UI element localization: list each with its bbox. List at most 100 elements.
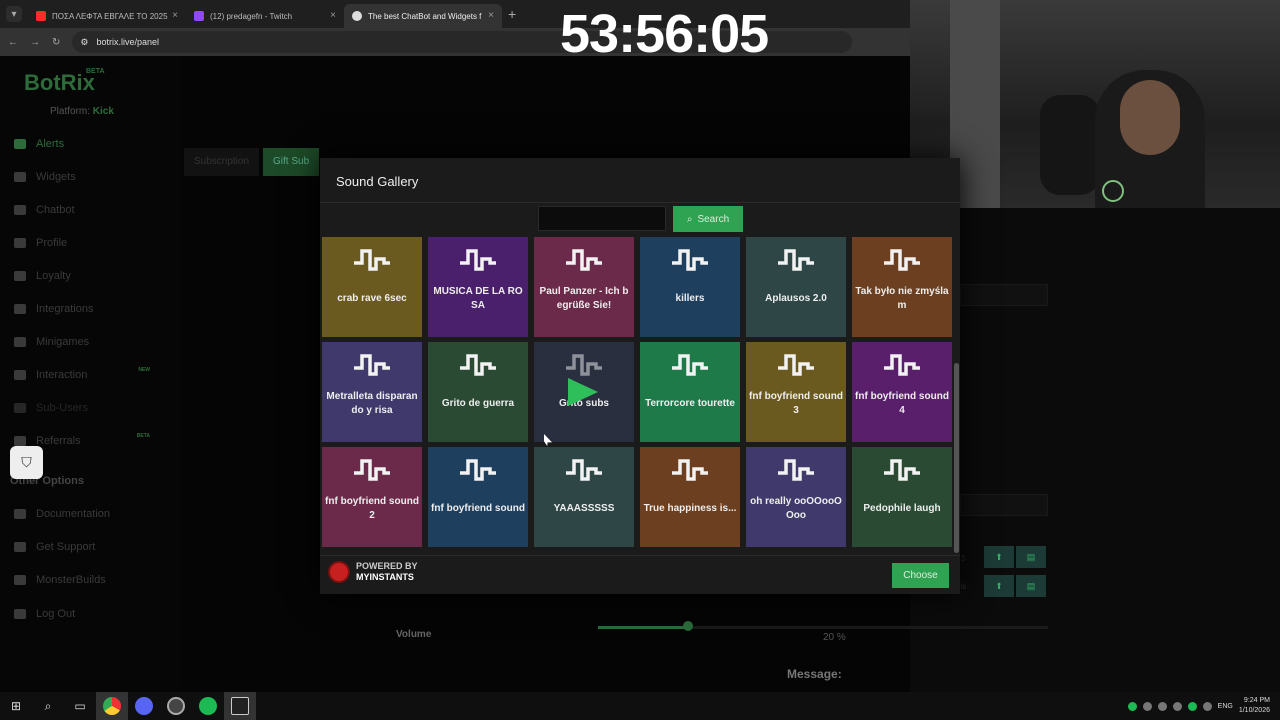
gallery-icon[interactable]: ▤ <box>1016 575 1046 597</box>
sidebar-item-label: Loyalty <box>36 270 71 282</box>
brand-badge: BETA <box>86 68 105 75</box>
new-tab-icon[interactable]: + <box>508 6 516 22</box>
sidebar-item-documentation[interactable]: Documentation <box>14 504 174 524</box>
sidebar-item-get-support[interactable]: Get Support <box>14 537 174 557</box>
chrome-icon[interactable] <box>96 692 128 720</box>
sound-tile[interactable]: oh really ooOOooOOoo <box>746 447 846 547</box>
sidebar-item-chatbot[interactable]: Chatbot <box>14 200 174 220</box>
spotify-icon[interactable] <box>192 692 224 720</box>
trophy-icon <box>14 271 26 281</box>
tab-list-button[interactable]: ▾ <box>6 6 22 22</box>
browser-tab-youtube[interactable]: ΠΟΣΑ ΛΕΦΤΑ ΕΒΓΑΛΕ ΤΟ 2025 × <box>28 4 186 28</box>
clock[interactable]: 9:24 PM 1/10/2026 <box>1239 696 1270 716</box>
play-icon[interactable] <box>568 378 598 406</box>
tab-gift-sub[interactable]: Gift Sub <box>263 148 320 176</box>
sound-tile[interactable]: Terrorcore tourette <box>640 342 740 442</box>
windows-icon[interactable]: ⊞ <box>0 692 32 720</box>
discord-icon[interactable] <box>128 692 160 720</box>
sound-tile[interactable]: fnf boyfriend sound 2 <box>322 447 422 547</box>
sound-tile[interactable]: fnf boyfriend sound <box>428 447 528 547</box>
sound-name: Grito de guerra <box>441 398 515 409</box>
app-tray-icon[interactable] <box>1187 701 1197 711</box>
sound-tile[interactable]: True happiness is... <box>640 447 740 547</box>
sidebar-item-interaction[interactable]: Interaction NEW <box>14 365 174 385</box>
search-input[interactable] <box>538 206 666 231</box>
volume-icon[interactable] <box>1157 701 1167 711</box>
volume-slider-handle[interactable] <box>683 621 693 631</box>
dropdown-select[interactable] <box>960 494 1048 516</box>
sound-wave-icon <box>778 249 814 271</box>
youtube-icon <box>36 11 46 21</box>
tab-subscription[interactable]: Subscription <box>184 148 260 176</box>
wifi-icon[interactable] <box>1202 701 1212 711</box>
sidebar-item-minigames[interactable]: Minigames <box>14 332 174 352</box>
users-icon <box>14 403 26 413</box>
close-icon[interactable]: × <box>172 10 178 21</box>
brand-logo[interactable]: BotRix <box>24 70 95 96</box>
sidebar-item-label: Log Out <box>36 608 76 620</box>
sidebar-item-label: Documentation <box>36 508 110 520</box>
sound-tile[interactable]: killers <box>640 237 740 337</box>
spotify-tray-icon[interactable] <box>1127 701 1137 711</box>
chrome-tray-icon[interactable] <box>1172 701 1182 711</box>
platform-label: Platform: <box>50 106 91 117</box>
sidebar-item-alerts[interactable]: Alerts <box>14 134 174 154</box>
sound-tile[interactable]: Grito de guerra <box>428 342 528 442</box>
close-icon[interactable]: × <box>488 10 494 21</box>
sound-wave-icon <box>884 354 920 376</box>
sidebar-item-sub-users[interactable]: Sub-Users <box>14 398 174 418</box>
sound-tile[interactable]: fnf boyfriend sound 4 <box>852 342 952 442</box>
sidebar-item-integrations[interactable]: Integrations <box>14 299 174 319</box>
sound-tile[interactable]: Aplausos 2.0 <box>746 237 846 337</box>
browser-tab-botrix[interactable]: The best ChatBot and Widgets f × <box>344 4 502 28</box>
search-button[interactable]: ⌕ Search <box>673 206 743 232</box>
sound-tile[interactable]: fnf boyfriend sound 3 <box>746 342 846 442</box>
search-icon[interactable]: ⌕ <box>32 692 64 720</box>
sound-tile[interactable]: Grito subs <box>534 342 634 442</box>
sidebar-item-loyalty[interactable]: Loyalty <box>14 266 174 286</box>
sound-name: MUSICA DE LA ROSA <box>433 286 523 311</box>
obs-icon[interactable] <box>160 692 192 720</box>
sidebar-item-label: Alerts <box>36 138 65 150</box>
epic-games-icon[interactable] <box>224 692 256 720</box>
forward-icon[interactable]: → <box>30 37 40 48</box>
sound-wave-icon <box>460 354 496 376</box>
reload-icon[interactable]: ↻ <box>52 37 60 48</box>
link-icon <box>14 436 26 446</box>
network-icon[interactable] <box>1142 701 1152 711</box>
provider-name: MYINSTANTS <box>356 572 414 582</box>
sound-wave-icon <box>884 249 920 271</box>
sidebar: BotRix BETA Platform: Kick Alerts Widget… <box>0 56 182 692</box>
gallery-icon[interactable]: ▤ <box>1016 546 1046 568</box>
sound-wave-icon <box>778 459 814 481</box>
twitch-icon <box>194 11 204 21</box>
browser-tab-twitch[interactable]: (12) predagefn - Twitch × <box>186 4 344 28</box>
choose-button[interactable]: Choose <box>892 563 949 588</box>
sound-name: True happiness is... <box>643 503 737 514</box>
task-view-icon[interactable]: ▭ <box>64 692 96 720</box>
sound-tile[interactable]: YAAASSSSS <box>534 447 634 547</box>
back-icon[interactable]: ← <box>8 37 18 48</box>
upload-icon[interactable]: ⬆ <box>984 575 1014 597</box>
site-info-icon[interactable]: ⚙ <box>80 37 88 48</box>
sound-tile[interactable]: Pedophile laugh <box>852 447 952 547</box>
sidebar-item-widgets[interactable]: Widgets <box>14 167 174 187</box>
sidebar-item-profile[interactable]: Profile <box>14 233 174 253</box>
language-indicator[interactable]: ENG <box>1218 703 1233 710</box>
close-icon[interactable]: × <box>330 10 336 21</box>
sound-tile[interactable]: Metralleta disparando y risa <box>322 342 422 442</box>
shield-icon[interactable]: ⛉ <box>10 446 43 479</box>
webcam-chair <box>1040 95 1100 195</box>
scrollbar-thumb[interactable] <box>954 363 959 553</box>
sound-name: Metralleta disparando y risa <box>326 391 418 416</box>
sound-tile[interactable]: MUSICA DE LA ROSA <box>428 237 528 337</box>
sound-grid: crab rave 6sec MUSICA DE LA ROSA Paul Panz… <box>320 237 956 549</box>
sound-tile[interactable]: crab rave 6sec <box>322 237 422 337</box>
sound-tile[interactable]: Paul Panzer - Ich begrüße Sie! <box>534 237 634 337</box>
sidebar-item-log-out[interactable]: Log Out <box>14 604 174 624</box>
sidebar-item-monsterbuilds[interactable]: MonsterBuilds <box>14 570 174 590</box>
upload-icon[interactable]: ⬆ <box>984 546 1014 568</box>
sound-wave-icon <box>354 459 390 481</box>
dropdown-select[interactable] <box>960 284 1048 306</box>
sound-tile[interactable]: Tak było nie zmyślam <box>852 237 952 337</box>
